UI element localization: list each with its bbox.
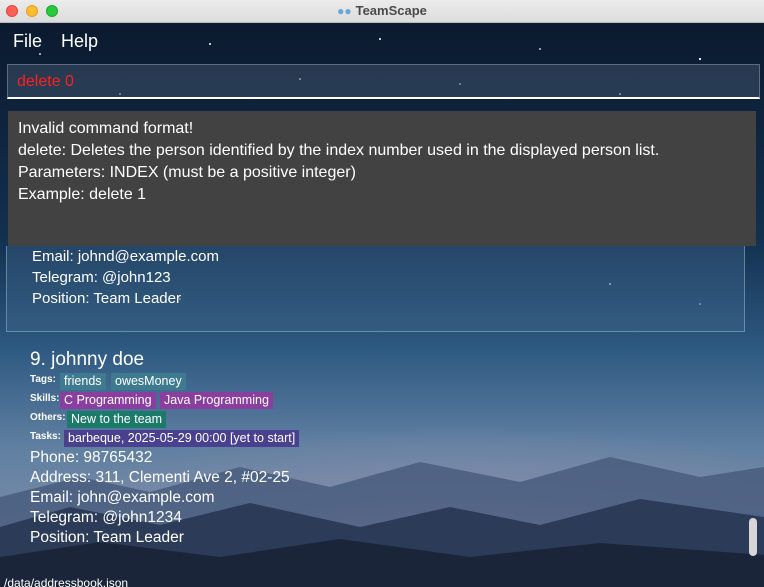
person-name: 9. johnny doe (30, 349, 145, 370)
tasks-label: Tasks: (30, 431, 61, 442)
people-icon: ●● (337, 4, 352, 18)
task-chip: barbeque, 2025-05-29 00:00 [yet to start… (64, 430, 300, 447)
tag-chip: owesMoney (111, 373, 186, 390)
tag-chip: friends (60, 373, 106, 390)
skill-chip: C Programming (60, 392, 156, 409)
person-position: Position: Team Leader (32, 290, 181, 307)
command-input-text[interactable]: delete 0 (17, 73, 74, 91)
skills-label: Skills: (30, 393, 60, 404)
menu-file[interactable]: File (13, 31, 42, 52)
person-list[interactable]: Email: johnd@example.com Telegram: @john… (0, 246, 764, 576)
command-box[interactable]: delete 0 (7, 64, 760, 99)
person-card-previous[interactable]: Email: johnd@example.com Telegram: @john… (6, 246, 745, 332)
window-title-wrap: ●● TeamScape (0, 3, 764, 18)
result-line: Example: delete 1 (18, 186, 147, 203)
others-label: Others: (30, 412, 66, 423)
window-title: TeamScape (355, 3, 427, 18)
status-bar-path: /data/addressbook.json (4, 576, 129, 587)
person-email: Email: johnd@example.com (32, 248, 219, 265)
person-address: Address: 311, Clementi Ave 2, #02-25 (30, 469, 290, 486)
person-telegram: Telegram: @john1234 (30, 509, 182, 526)
result-line: Parameters: INDEX (must be a positive in… (18, 164, 356, 181)
person-telegram: Telegram: @john123 (32, 269, 171, 286)
tags-label: Tags: (30, 374, 56, 385)
result-line: Invalid command format! (18, 120, 194, 137)
title-bar: ●● TeamScape (0, 0, 764, 23)
menu-bar: File Help (0, 24, 764, 58)
skill-chip: Java Programming (160, 392, 273, 409)
person-phone: Phone: 98765432 (30, 449, 153, 466)
person-position: Position: Team Leader (30, 529, 184, 546)
result-line: delete: Deletes the person identified by… (18, 142, 660, 159)
scrollbar-thumb[interactable] (749, 518, 757, 556)
result-display: Invalid command format! delete: Deletes … (8, 111, 756, 246)
other-chip: New to the team (67, 411, 167, 428)
person-email: Email: john@example.com (30, 489, 215, 506)
menu-help[interactable]: Help (61, 31, 98, 52)
